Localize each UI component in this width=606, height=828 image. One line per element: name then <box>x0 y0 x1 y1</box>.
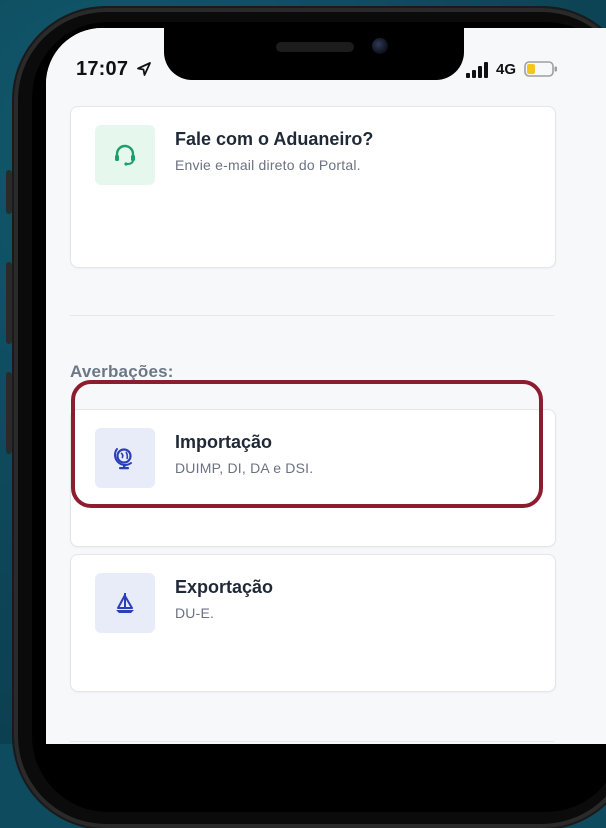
card-subtitle: DU-E. <box>175 605 215 621</box>
status-time: 17:07 <box>76 58 129 80</box>
card-exportacao[interactable]: Exportação DU-E. <box>70 554 556 692</box>
notch <box>164 28 464 80</box>
card-icon-box <box>95 573 155 633</box>
card-title: Exportação <box>175 577 274 597</box>
location-arrow-icon <box>137 62 151 76</box>
side-button-volume-up <box>6 262 12 344</box>
status-bar: 17:07 4G <box>46 28 606 104</box>
front-camera <box>372 38 388 54</box>
card-subtitle: Envie e-mail direto do Portal. <box>175 157 361 173</box>
highlight-annotation <box>71 380 543 508</box>
network-type: 4G <box>496 61 517 78</box>
divider <box>70 741 554 742</box>
battery-icon <box>524 61 557 77</box>
card-title: Fale com o Aduaneiro? <box>175 129 374 149</box>
card-fale-com-aduaneiro[interactable]: Fale com o Aduaneiro? Envie e-mail diret… <box>70 106 556 268</box>
earpiece-speaker <box>276 42 354 52</box>
card-icon-box <box>95 125 155 185</box>
sailboat-icon <box>116 593 134 613</box>
side-button-volume-down <box>6 372 12 454</box>
headset-icon <box>115 144 135 166</box>
side-button-silent <box>6 170 12 214</box>
divider <box>70 315 554 316</box>
signal-strength-icon <box>466 62 488 78</box>
section-label-averbacoes: Averbações: <box>70 362 174 381</box>
